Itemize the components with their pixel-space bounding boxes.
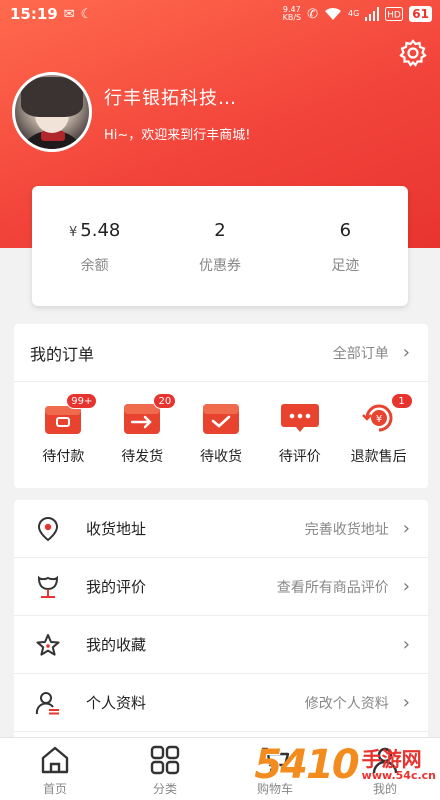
stat-value: 6: [340, 220, 351, 241]
chevron-right-icon: ›: [402, 634, 410, 655]
signal-icon: [365, 7, 380, 21]
order-pending-shipment[interactable]: 20 待发货: [107, 393, 177, 466]
nav-category[interactable]: 分类: [110, 738, 220, 800]
svg-text:HD: HD: [387, 11, 401, 21]
location-pin-icon: [34, 515, 62, 543]
avatar[interactable]: [12, 72, 92, 152]
menu-label: 收货地址: [86, 520, 147, 538]
stat-label: 余额: [80, 258, 109, 274]
menu-list: 收货地址 完善收货地址 › 我的评价 查看所有商品评价 › 我的收藏 › 个人资…: [14, 500, 428, 740]
stat-value: 2: [214, 220, 225, 241]
user-profile-icon: [34, 689, 62, 717]
status-time: 15:19: [10, 5, 58, 23]
order-status-row: 99+ 待付款 20 待发货 待收货 待评价 ¥ 1 退款售后: [14, 382, 428, 466]
network-speed: 9.47 KB/S: [283, 6, 302, 22]
stat-value: ¥5.48: [69, 220, 120, 241]
badge-count: 99+: [66, 393, 98, 409]
user-name[interactable]: 行丰银拓科技…: [104, 84, 237, 110]
wallet-icon: 99+: [43, 393, 98, 436]
moon-icon: ☾: [80, 6, 93, 22]
home-icon: [39, 744, 71, 776]
nav-label: 分类: [152, 782, 177, 796]
stat-balance[interactable]: ¥5.48 余额: [32, 186, 157, 306]
nav-label: 我的: [372, 782, 397, 796]
orders-header: 我的订单 全部订单 ›: [14, 324, 428, 382]
stat-footprints[interactable]: 6 足迹: [283, 186, 408, 306]
stat-label: 优惠券: [198, 258, 241, 274]
menu-item-profile[interactable]: 个人资料 修改个人资料 ›: [14, 674, 428, 732]
nav-label: 购物车: [256, 782, 293, 796]
menu-hint: 修改个人资料: [304, 695, 389, 712]
star-icon: [34, 631, 62, 659]
order-refund[interactable]: ¥ 1 退款售后: [344, 393, 414, 466]
menu-label: 个人资料: [86, 694, 147, 712]
badge-count: 1: [390, 393, 413, 409]
menu-hint: 完善收货地址: [304, 521, 389, 538]
refund-icon: ¥ 1: [359, 393, 413, 436]
flower-icon: [34, 573, 62, 601]
signal-label: 4G: [348, 9, 360, 18]
wifi-icon: [325, 7, 341, 20]
badge-count: 20: [153, 393, 177, 409]
order-label: 退款售后: [350, 449, 407, 465]
battery-indicator: 61: [409, 6, 432, 22]
avatar-hair: [21, 77, 83, 117]
svg-text:¥: ¥: [375, 414, 381, 425]
chevron-right-icon: ›: [402, 576, 410, 597]
status-bar: 15:19 ✉ ☾ 9.47 KB/S ✆ 4G HD 61: [0, 0, 440, 28]
menu-hint: 查看所有商品评价: [276, 579, 389, 596]
menu-label: 我的评价: [86, 578, 147, 596]
orders-card: 我的订单 全部订单 › 99+ 待付款 20 待发货 待收货 待评价 ¥ 1 退…: [14, 324, 428, 488]
menu-item-favorites[interactable]: 我的收藏 ›: [14, 616, 428, 674]
menu-item-address[interactable]: 收货地址 完善收货地址 ›: [14, 500, 428, 558]
nav-home[interactable]: 首页: [0, 738, 110, 800]
box-arrow-icon: 20: [122, 393, 177, 436]
chevron-right-icon: ›: [402, 692, 410, 713]
order-label: 待付款: [42, 449, 85, 465]
order-label: 待收货: [199, 449, 242, 465]
cart-icon: [259, 744, 291, 776]
order-pending-receipt[interactable]: 待收货: [186, 400, 256, 466]
nav-mine[interactable]: 我的: [330, 738, 440, 800]
settings-gear-icon[interactable]: [396, 36, 430, 70]
all-orders-label: 全部订单: [332, 345, 389, 362]
chat-bubble-icon: [280, 400, 320, 436]
category-grid-icon: [149, 744, 181, 776]
stat-label: 足迹: [331, 258, 360, 274]
network-speed-unit: KB/S: [282, 13, 302, 22]
order-pending-payment[interactable]: 99+ 待付款: [28, 393, 98, 466]
order-label: 待评价: [278, 449, 321, 465]
menu-label: 我的收藏: [86, 636, 147, 654]
bottom-nav: 首页 分类 购物车 我的: [0, 737, 440, 800]
stat-number: 5.48: [80, 220, 121, 241]
nav-label: 首页: [42, 782, 67, 796]
user-icon: [369, 744, 401, 776]
user-greeting: Hi~，欢迎来到行丰商城!: [104, 128, 251, 143]
orders-title: 我的订单: [30, 344, 95, 364]
hd-icon: HD: [385, 7, 404, 21]
stat-coupons[interactable]: 2 优惠券: [157, 186, 282, 306]
chevron-right-icon: ›: [402, 342, 410, 363]
stat-number: 6: [339, 220, 352, 241]
menu-item-reviews[interactable]: 我的评价 查看所有商品评价 ›: [14, 558, 428, 616]
order-pending-review[interactable]: 待评价: [265, 400, 335, 466]
all-orders-link[interactable]: 全部订单 ›: [333, 342, 410, 363]
message-icon: ✉: [63, 6, 75, 22]
nav-cart[interactable]: 购物车: [220, 738, 330, 800]
box-check-icon: [201, 400, 241, 436]
currency-symbol: ¥: [68, 225, 78, 240]
stat-number: 2: [214, 220, 226, 241]
stats-card: ¥5.48 余额 2 优惠券 6 足迹: [32, 186, 408, 306]
order-label: 待发货: [121, 449, 164, 465]
phone-icon: ✆: [307, 6, 318, 22]
chevron-right-icon: ›: [402, 518, 410, 539]
